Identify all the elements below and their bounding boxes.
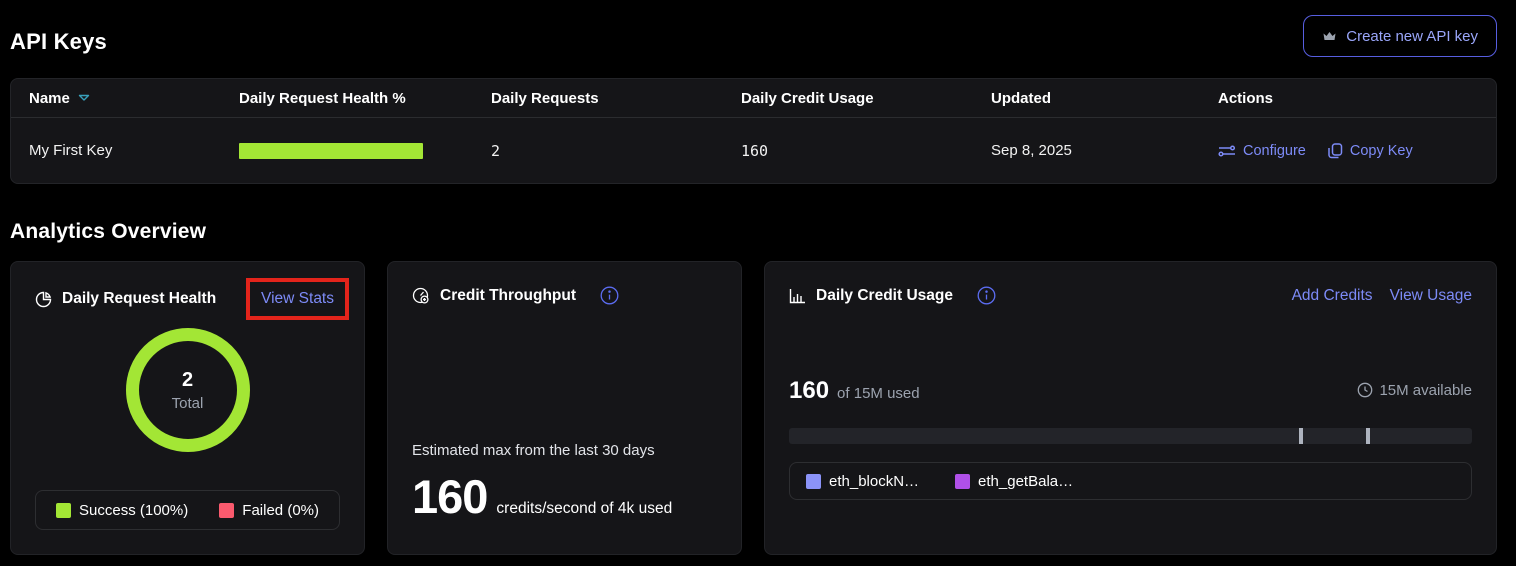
donut-ring: 2 Total [126,328,250,452]
health-bar-cell [239,143,491,159]
updated-value: Sep 8, 2025 [991,142,1218,159]
column-header-credit-usage: Daily Credit Usage [741,90,991,107]
eth-getbalance-swatch [955,474,970,489]
gauge-icon [412,287,430,304]
view-stats-link[interactable]: View Stats [261,291,334,307]
daily-request-health-card: Daily Request Health View Stats 2 Total … [10,261,365,555]
column-header-name[interactable]: Name [29,90,239,107]
add-credits-link[interactable]: Add Credits [1292,287,1373,305]
pie-chart-icon [35,291,52,308]
credits-available: 15M available [1357,382,1472,399]
progress-tick-2 [1366,428,1370,444]
topbar: API Keys Create new API key [10,0,1497,57]
eth-blocknumber-swatch [806,474,821,489]
legend-item-eth-blocknumber: eth_blockN… [806,473,919,490]
card-title: Daily Request Health [62,290,216,308]
column-header-actions: Actions [1218,90,1478,107]
card-title: Credit Throughput [440,287,576,305]
throughput-stats: Estimated max from the last 30 days 160 … [412,442,717,530]
credit-usage-progress-bar [789,428,1472,444]
credits-used-value: 160 [789,377,829,405]
clock-icon [1357,382,1373,398]
column-header-updated: Updated [991,90,1218,107]
analytics-cards: Daily Request Health View Stats 2 Total … [10,261,1497,555]
api-keys-table: Name Daily Request Health % Daily Reques… [10,78,1497,184]
crown-icon [1322,30,1337,43]
card-header: Credit Throughput [412,286,717,305]
actions-cell: Configure Copy Key [1218,143,1478,159]
legend-item-success: Success (100%) [56,502,188,519]
card-header-links: Add Credits View Usage [1292,287,1472,305]
column-header-health: Daily Request Health % [239,90,491,107]
progress-tick-1 [1299,428,1303,444]
info-icon[interactable] [977,286,996,305]
health-bar [239,143,423,159]
bar-chart-icon [789,288,806,304]
credits-used-suffix: of 15M used [837,385,920,402]
health-legend: Success (100%) Failed (0%) [35,490,340,530]
card-title: Daily Credit Usage [816,287,953,305]
success-swatch [56,503,71,518]
throughput-unit: credits/second of 4k used [496,500,672,518]
column-header-requests: Daily Requests [491,90,741,107]
create-api-key-button[interactable]: Create new API key [1303,15,1497,57]
donut-total-value: 2 [182,369,193,392]
daily-credit-usage-card: Daily Credit Usage Add Credits View Usag… [764,261,1497,555]
sort-chevron-icon[interactable] [78,94,90,102]
annotation-highlight-box: View Stats [246,278,349,320]
configure-link[interactable]: Configure [1218,143,1306,159]
estimate-label: Estimated max from the last 30 days [412,442,717,459]
copy-icon [1328,143,1343,159]
legend-item-eth-getbalance: eth_getBala… [955,473,1073,490]
sliders-icon [1218,144,1236,158]
key-name: My First Key [29,142,239,159]
card-header: Daily Credit Usage Add Credits View Usag… [789,286,1472,305]
daily-credit-usage-value: 160 [741,142,991,160]
daily-requests-value: 2 [491,142,741,160]
api-keys-page: API Keys Create new API key Name Daily R… [0,0,1516,555]
view-usage-link[interactable]: View Usage [1390,287,1472,305]
info-icon[interactable] [600,286,619,305]
legend-item-failed: Failed (0%) [219,502,319,519]
failed-swatch [219,503,234,518]
donut-chart: 2 Total [35,328,340,452]
usage-summary-row: 160 of 15M used 15M available [789,377,1472,405]
usage-legend: eth_blockN… eth_getBala… [789,462,1472,500]
table-header-row: Name Daily Request Health % Daily Reques… [11,79,1496,118]
card-header: Daily Request Health View Stats [35,286,340,312]
donut-total-label: Total [172,395,204,412]
credits-available-label: 15M available [1379,382,1472,399]
analytics-overview-title: Analytics Overview [10,220,1497,244]
throughput-value: 160 [412,469,487,524]
throughput-value-row: 160 credits/second of 4k used [412,469,717,524]
table-row: My First Key 2 160 Sep 8, 2025 Configure [11,118,1496,183]
page-title: API Keys [10,29,107,57]
credit-throughput-card: Credit Throughput Estimated max from the… [387,261,742,555]
create-api-key-label: Create new API key [1346,28,1478,45]
copy-key-link[interactable]: Copy Key [1328,143,1413,159]
